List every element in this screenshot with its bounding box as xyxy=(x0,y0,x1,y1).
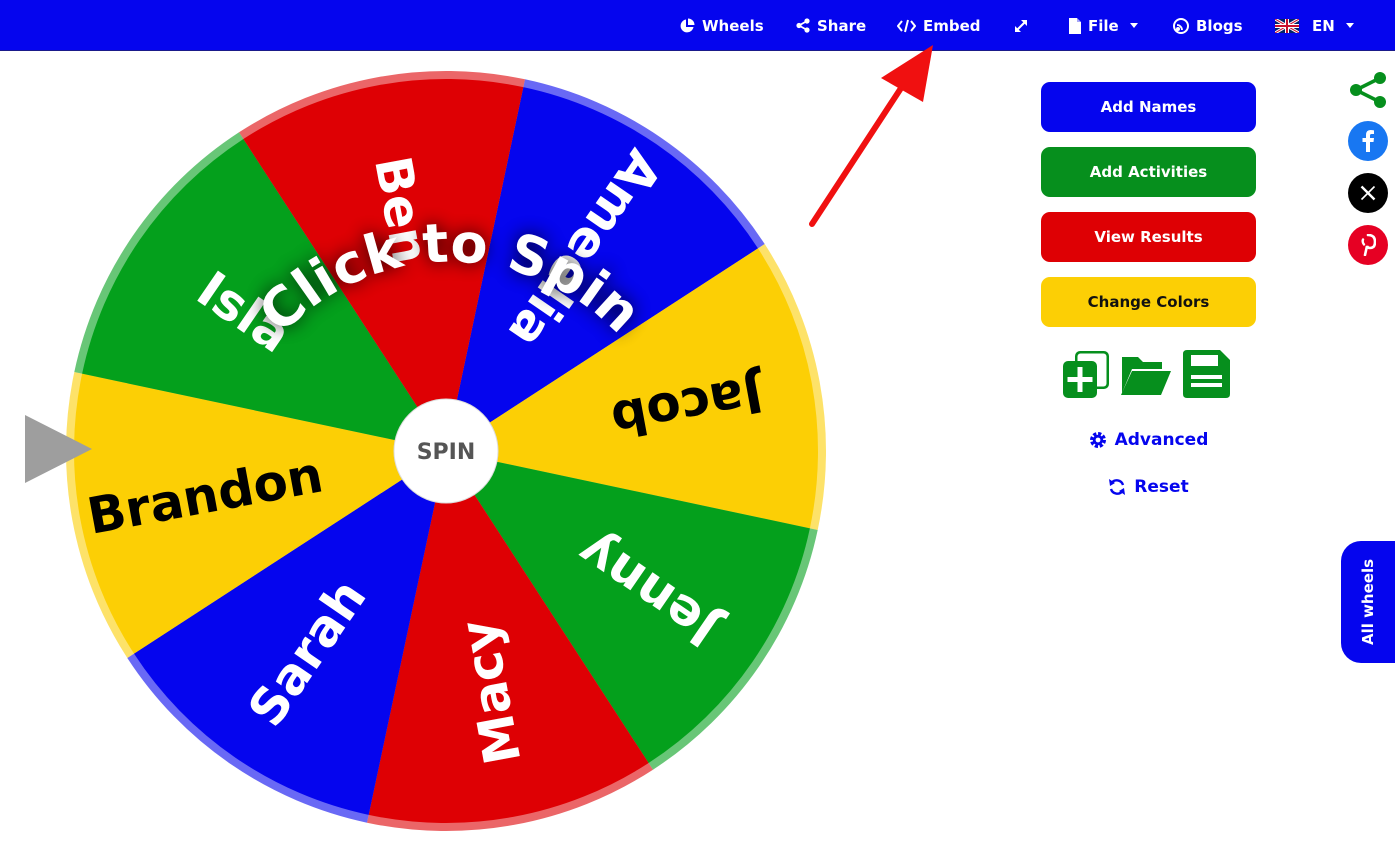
spin-button[interactable]: SPIN xyxy=(393,398,499,504)
add-names-button[interactable]: Add Names xyxy=(1041,82,1256,132)
nav-wheels-label: Wheels xyxy=(702,16,764,35)
chevron-down-icon xyxy=(1129,23,1138,28)
floppy-disk-icon[interactable] xyxy=(1181,349,1231,399)
refresh-icon xyxy=(1109,479,1126,495)
uk-flag-icon xyxy=(1275,18,1299,33)
x-share-button[interactable] xyxy=(1348,173,1388,213)
pinterest-button[interactable] xyxy=(1348,225,1388,265)
folder-open-icon[interactable] xyxy=(1120,349,1172,399)
fullscreen-button[interactable] xyxy=(1013,0,1029,51)
file-icon xyxy=(1069,17,1081,34)
x-logo-icon xyxy=(1360,185,1376,201)
share-alt-button[interactable] xyxy=(1348,70,1388,110)
blog-icon xyxy=(1173,17,1189,34)
nav-file[interactable]: File xyxy=(1069,0,1138,51)
copy-plus-icon[interactable] xyxy=(1061,349,1111,399)
advanced-link[interactable]: Advanced xyxy=(1041,430,1256,450)
share-nodes-icon xyxy=(796,18,810,33)
nav-blogs-label: Blogs xyxy=(1196,16,1243,35)
chevron-down-icon xyxy=(1345,23,1354,28)
all-wheels-label: All wheels xyxy=(1359,558,1377,646)
change-colors-button[interactable]: Change Colors xyxy=(1041,277,1256,327)
code-icon xyxy=(897,19,916,32)
view-results-button[interactable]: View Results xyxy=(1041,212,1256,262)
facebook-icon xyxy=(1362,130,1374,152)
reset-link[interactable]: Reset xyxy=(1041,477,1256,497)
language-label: EN xyxy=(1312,16,1335,35)
annotation-arrow xyxy=(809,45,933,227)
language-selector[interactable]: EN xyxy=(1275,0,1354,51)
share-alt-icon xyxy=(1350,72,1386,108)
pinterest-icon xyxy=(1361,234,1376,256)
nav-blogs[interactable]: Blogs xyxy=(1173,0,1243,51)
advanced-label: Advanced xyxy=(1114,430,1209,450)
chart-pie-icon xyxy=(680,18,695,32)
facebook-button[interactable] xyxy=(1348,121,1388,161)
all-wheels-tab[interactable]: All wheels xyxy=(1341,541,1395,663)
expand-icon xyxy=(1015,19,1027,32)
reset-label: Reset xyxy=(1134,477,1189,497)
spin-button-label: SPIN xyxy=(417,440,476,465)
gear-icon xyxy=(1089,432,1106,448)
nav-file-label: File xyxy=(1088,16,1119,35)
top-nav-bar: Wheels Share Embed File Blogs EN xyxy=(0,0,1395,51)
spin-wheel[interactable]: AmeeliaJacobJennyMacySarahBrandonIslaBen… xyxy=(0,51,900,855)
nav-wheels[interactable]: Wheels xyxy=(679,0,764,51)
nav-share-label: Share xyxy=(817,16,867,35)
add-activities-button[interactable]: Add Activities xyxy=(1041,147,1256,197)
nav-embed-label: Embed xyxy=(923,16,981,35)
